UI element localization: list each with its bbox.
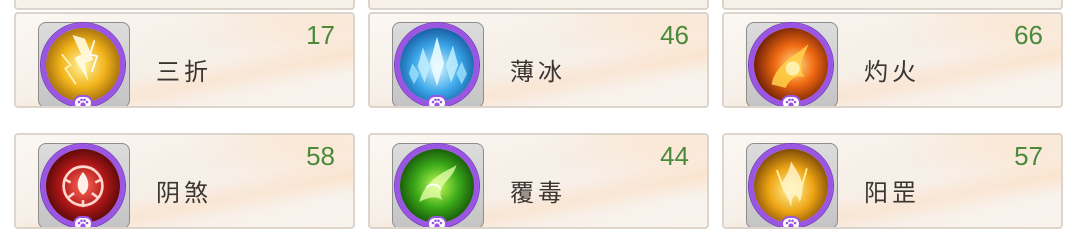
skill-card[interactable]: 三折 17 — [14, 12, 355, 108]
skill-name: 阴煞 — [156, 179, 212, 207]
skill-count: 44 — [660, 141, 689, 171]
skill-card[interactable]: 薄冰 46 — [368, 12, 709, 108]
icon-frame — [38, 143, 130, 227]
paw-icon — [427, 95, 447, 106]
skill-name: 三折 — [156, 58, 212, 86]
skill-count: 58 — [306, 141, 335, 171]
icon-frame — [746, 143, 838, 227]
skill-card[interactable]: 阳罡 57 — [722, 133, 1063, 229]
icon-frame — [38, 22, 130, 106]
skill-grid: 三折 17 薄冰 46 灼火 66 阴煞 58 覆毒 44 阳罡 57 — [0, 0, 1080, 249]
lightning-icon — [46, 28, 120, 102]
skill-card[interactable]: 阴煞 58 — [14, 133, 355, 229]
ice-crystal-icon — [400, 28, 474, 102]
fire-swirl-icon — [754, 28, 828, 102]
skill-name: 灼火 — [864, 58, 920, 86]
skill-name: 覆毒 — [510, 179, 566, 207]
paw-icon — [781, 95, 801, 106]
paw-icon — [73, 216, 93, 227]
icon-frame — [746, 22, 838, 106]
paw-icon — [427, 216, 447, 227]
card-edge — [14, 0, 355, 10]
skill-count: 46 — [660, 20, 689, 50]
skill-count: 57 — [1014, 141, 1043, 171]
skill-card[interactable]: 灼火 66 — [722, 12, 1063, 108]
crimson-sigil-icon — [46, 149, 120, 223]
card-edge — [722, 0, 1063, 10]
skill-name: 阳罡 — [864, 179, 920, 207]
paw-icon — [781, 216, 801, 227]
icon-frame — [392, 22, 484, 106]
poison-swirl-icon — [400, 149, 474, 223]
skill-count: 17 — [306, 20, 335, 50]
card-edge — [368, 0, 709, 10]
skill-name: 薄冰 — [510, 58, 566, 86]
golden-flame-icon — [754, 149, 828, 223]
icon-frame — [392, 143, 484, 227]
skill-count: 66 — [1014, 20, 1043, 50]
skill-card[interactable]: 覆毒 44 — [368, 133, 709, 229]
paw-icon — [73, 95, 93, 106]
